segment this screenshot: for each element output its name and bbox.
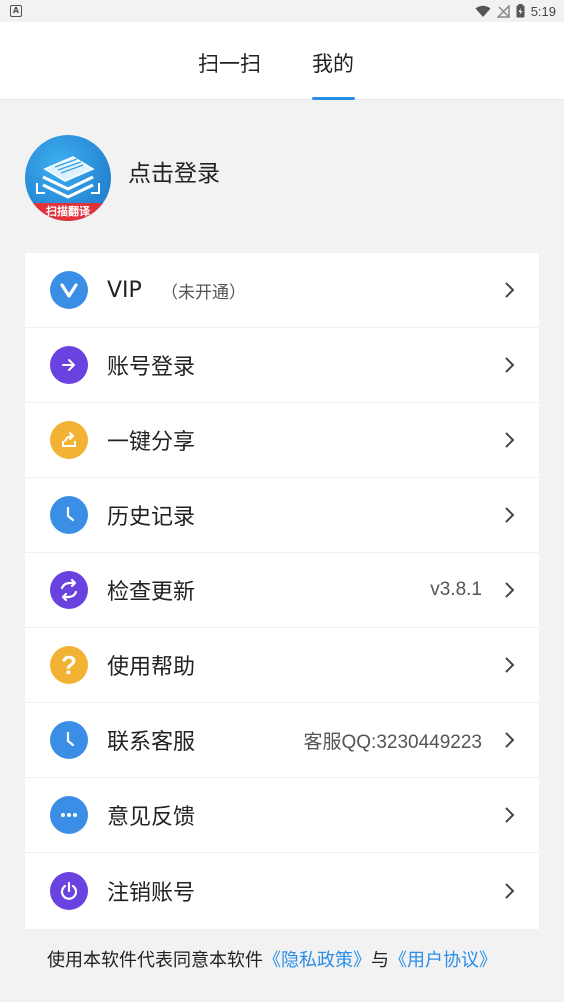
refresh-icon bbox=[50, 571, 88, 609]
menu-item-help[interactable]: ? 使用帮助 bbox=[25, 628, 539, 703]
avatar-label: 扫描翻译 bbox=[25, 203, 111, 221]
help-icon: ? bbox=[50, 646, 88, 684]
chevron-right-icon bbox=[505, 807, 515, 823]
chevron-right-icon bbox=[505, 582, 515, 598]
tab-mine[interactable]: 我的 bbox=[312, 48, 354, 78]
user-agreement-link[interactable]: 《用户协议》 bbox=[389, 950, 497, 971]
menu-item-vip[interactable]: VIP （未开通） bbox=[25, 253, 539, 328]
chevron-right-icon bbox=[505, 657, 515, 673]
customer-service-qq: 客服QQ:3230449223 bbox=[303, 731, 482, 753]
vip-icon bbox=[50, 271, 88, 309]
no-signal-icon bbox=[496, 4, 510, 18]
chevron-right-icon bbox=[505, 282, 515, 298]
chevron-right-icon bbox=[505, 882, 515, 899]
chevron-right-icon bbox=[505, 507, 515, 523]
clock-icon bbox=[50, 721, 88, 759]
chevron-right-icon bbox=[505, 732, 515, 748]
menu-item-label: 一键分享 bbox=[107, 430, 196, 455]
legal-footer: 使用本软件代表同意本软件《隐私政策》与《用户协议》 bbox=[47, 946, 497, 972]
avatar[interactable]: 扫描翻译 bbox=[25, 135, 111, 221]
menu-item-label: 使用帮助 bbox=[107, 655, 196, 680]
status-bar: A 5:19 bbox=[0, 0, 564, 22]
login-prompt[interactable]: 点击登录 bbox=[128, 154, 220, 188]
wifi-icon bbox=[475, 5, 491, 17]
menu-item-check-update[interactable]: 检查更新 v3.8.1 bbox=[25, 553, 539, 628]
active-tab-indicator bbox=[312, 97, 355, 100]
footer-prefix: 使用本软件代表同意本软件 bbox=[47, 950, 263, 971]
chevron-right-icon bbox=[505, 357, 515, 373]
menu-item-label: 注销账号 bbox=[107, 880, 196, 906]
menu-item-label: 意见反馈 bbox=[107, 805, 196, 830]
status-time: 5:19 bbox=[530, 3, 556, 19]
menu-item-label: 账号登录 bbox=[107, 355, 196, 380]
menu-item-feedback[interactable]: 意见反馈 bbox=[25, 778, 539, 853]
battery-icon bbox=[516, 4, 525, 18]
menu-item-history[interactable]: 历史记录 bbox=[25, 478, 539, 553]
menu-item-account-login[interactable]: 账号登录 bbox=[25, 328, 539, 403]
settings-menu: VIP （未开通） 账号登录 一键分享 历史记录 检查更新 v3.8.1 ? 使… bbox=[25, 253, 539, 929]
power-icon bbox=[50, 871, 88, 910]
privacy-policy-link[interactable]: 《隐私政策》 bbox=[263, 950, 371, 971]
menu-item-delete-account[interactable]: 注销账号 bbox=[25, 853, 539, 928]
menu-item-share[interactable]: 一键分享 bbox=[25, 403, 539, 478]
vip-status: （未开通） bbox=[161, 282, 246, 303]
menu-item-label: VIP bbox=[107, 277, 142, 303]
login-arrow-icon bbox=[50, 346, 88, 384]
menu-item-customer-service[interactable]: 联系客服 客服QQ:3230449223 bbox=[25, 703, 539, 778]
top-tab-bar: 扫一扫 我的 bbox=[0, 22, 564, 100]
menu-item-label: 联系客服 bbox=[107, 730, 196, 755]
footer-conjunction: 与 bbox=[371, 950, 389, 971]
chat-bubble-icon bbox=[50, 796, 88, 834]
menu-item-label: 检查更新 bbox=[107, 580, 196, 605]
tab-scan[interactable]: 扫一扫 bbox=[198, 48, 261, 78]
clock-icon bbox=[50, 496, 88, 534]
version-value: v3.8.1 bbox=[430, 579, 482, 600]
app-notification-icon: A bbox=[10, 5, 22, 17]
menu-item-label: 历史记录 bbox=[107, 505, 196, 530]
share-icon bbox=[50, 421, 88, 459]
chevron-right-icon bbox=[505, 432, 515, 448]
